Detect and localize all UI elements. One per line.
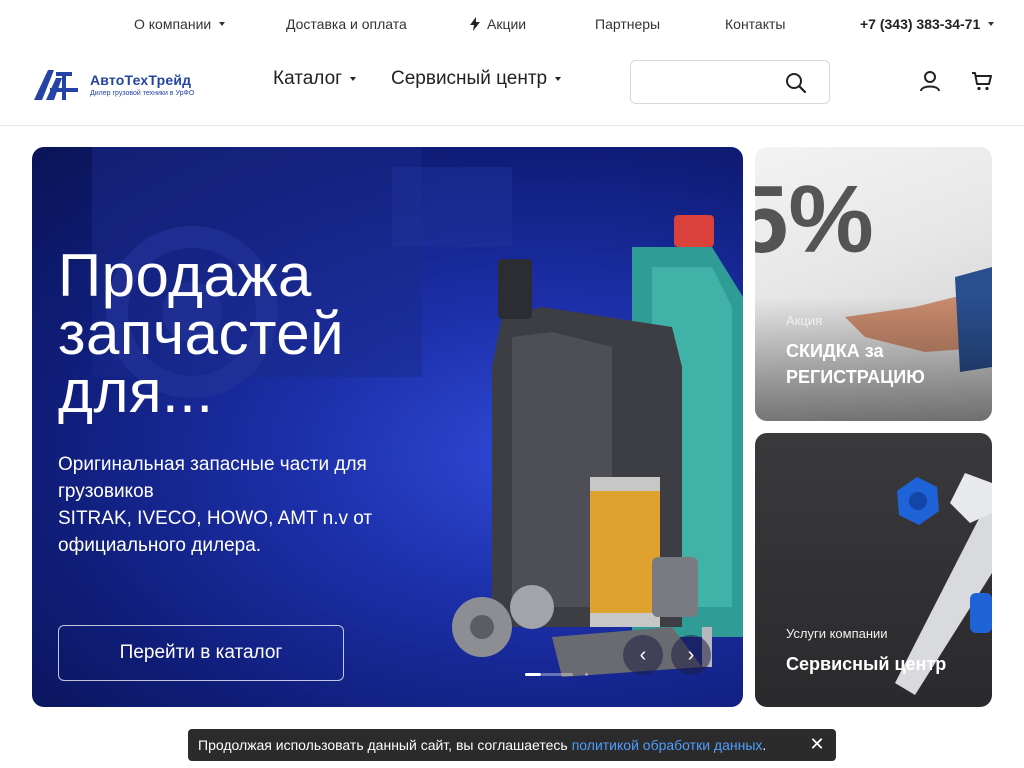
chevron-down-icon [350, 77, 357, 81]
cart-icon[interactable] [971, 70, 993, 92]
nav-service-label: Сервисный центр [391, 68, 548, 89]
logo-tagline: Дилер грузовой техники в УрФО [90, 89, 195, 97]
promo-card-service-center[interactable]: Услуги компании Сервисный центр [755, 433, 992, 707]
search-box [630, 60, 830, 104]
hero-title-line: для... [58, 358, 214, 425]
hero-title: Продажа запчастей для... [58, 242, 498, 425]
card-title-line: СКИДКА за [786, 341, 884, 361]
topbar-partners-link[interactable]: Партнеры [595, 16, 660, 32]
cookie-text: Продолжая использовать данный сайт, вы с… [198, 737, 568, 753]
topbar-promos-link[interactable]: Акции [469, 16, 526, 32]
card-title: Сервисный центр [786, 651, 976, 677]
hero-desc-line: SITRAK, IVECO, HOWO, AMT n.v от [58, 508, 373, 529]
chevron-down-icon [988, 22, 995, 26]
top-bar: О компании Доставка и оплата Акции Партн… [0, 0, 1024, 48]
topbar-delivery-link[interactable]: Доставка и оплата [286, 16, 407, 32]
hero-title-line: запчастей [58, 300, 345, 367]
main-header: АвтоТехТрейд Дилер грузовой техники в Ур… [0, 48, 1024, 126]
slider-dot[interactable] [541, 673, 573, 676]
card-title-line: Сервисный центр [786, 654, 947, 674]
logo-mark-icon [34, 70, 78, 100]
topbar-about-link[interactable]: О компании [134, 16, 226, 32]
slider-dot-active[interactable] [525, 673, 541, 676]
topbar-contacts-link[interactable]: Контакты [725, 16, 785, 32]
hero-desc-line: грузовиков [58, 481, 154, 502]
card-title-line: РЕГИСТРАЦИЮ [786, 367, 925, 387]
hero-description: Оригинальная запасные части для грузовик… [58, 451, 438, 559]
card-title: СКИДКА за РЕГИСТРАЦИЮ [786, 338, 976, 390]
topbar-promos-label: Акции [487, 16, 527, 32]
logo[interactable]: АвтоТехТрейд Дилер грузовой техники в Ур… [32, 64, 212, 104]
topbar-partners-label: Партнеры [595, 16, 661, 32]
nav-service-center[interactable]: Сервисный центр [391, 68, 562, 90]
user-icon[interactable] [919, 70, 941, 92]
topbar-phone-label: +7 (343) 383-34-71 [860, 16, 981, 32]
hero-banner: Продажа запчастей для... Оригинальная за… [32, 147, 743, 707]
promo-card-registration-discount[interactable]: 5% Акция СКИДКА за РЕГИСТРАЦИЮ [755, 147, 992, 421]
slider-dots [525, 673, 605, 677]
chevron-left-icon: ‹ [639, 643, 647, 666]
slider-prev-button[interactable]: ‹ [623, 635, 663, 675]
logo-name: АвтоТехТрейд [90, 71, 192, 88]
chevron-down-icon [219, 22, 226, 26]
bolt-icon [470, 17, 480, 31]
hero-desc-line: Оригинальная запасные части для [58, 454, 367, 475]
close-icon[interactable]: ✕ [808, 735, 826, 753]
slider-dot[interactable] [585, 673, 588, 676]
logo-text: АвтоТехТрейд Дилер грузовой техники в Ур… [90, 72, 194, 97]
search-icon[interactable] [785, 72, 807, 94]
search-input[interactable] [641, 71, 781, 93]
hero-title-line: Продажа [58, 242, 312, 309]
chevron-down-icon [555, 77, 562, 81]
cookie-text-end: . [762, 737, 767, 753]
cookie-notice: Продолжая использовать данный сайт, вы с… [188, 729, 836, 761]
hero-desc-line: официального дилера. [58, 535, 262, 556]
slider-next-button[interactable]: › [671, 635, 711, 675]
svg-text:5%: 5% [755, 166, 874, 273]
nav-catalog-label: Каталог [273, 68, 343, 89]
topbar-delivery-label: Доставка и оплата [286, 16, 407, 32]
privacy-policy-link[interactable]: политикой обработки данных [572, 737, 763, 753]
card-tag: Акция [786, 313, 823, 328]
topbar-about-label: О компании [134, 16, 212, 32]
topbar-contacts-label: Контакты [725, 16, 786, 32]
card-tag: Услуги компании [786, 626, 888, 641]
go-to-catalog-button[interactable]: Перейти в каталог [58, 625, 344, 681]
nav-catalog[interactable]: Каталог [273, 68, 357, 90]
chevron-right-icon: › [687, 643, 695, 666]
topbar-phone-link[interactable]: +7 (343) 383-34-71 [860, 16, 995, 32]
